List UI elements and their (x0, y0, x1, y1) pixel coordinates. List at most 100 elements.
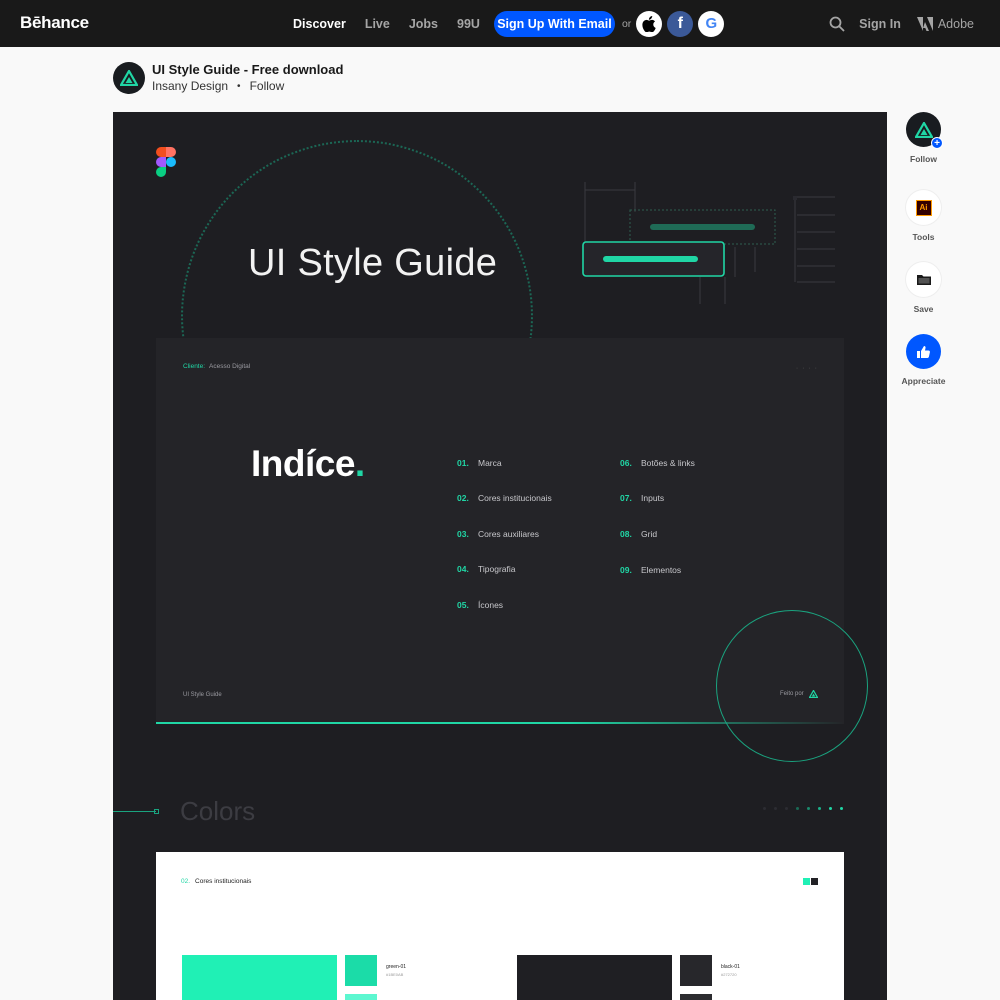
toc-label: Inputs (641, 493, 665, 503)
toc-num: 03. (457, 529, 469, 539)
google-signin-button[interactable]: G (698, 10, 725, 37)
owner-name-link[interactable]: Insany Design (152, 79, 228, 93)
insany-logo-icon (914, 121, 933, 138)
toc-label: Botões & links (641, 458, 695, 468)
sign-in-link[interactable]: Sign In (859, 17, 901, 31)
colors-connector-line (113, 811, 156, 812)
toc-num: 05. (457, 600, 469, 610)
sidebar-appreciate[interactable]: Appreciate (900, 334, 947, 386)
toc-num: 02. (457, 493, 469, 503)
thumbs-up-icon (917, 345, 930, 358)
appreciate-button[interactable] (906, 334, 941, 369)
toc-label: Ícones (478, 600, 504, 610)
apple-icon (642, 15, 656, 32)
tools-button[interactable]: Ai (906, 190, 941, 225)
toc-label: Grid (641, 529, 658, 539)
sign-up-email-button[interactable]: Sign Up With Email (493, 10, 615, 37)
colors-connector-square (154, 809, 159, 814)
toc-item: 07. Inputs (620, 493, 664, 503)
project-title: UI Style Guide - Free download (152, 62, 344, 77)
follow-owner-link[interactable]: Follow (250, 79, 285, 93)
colors-card-title: 02. Cores institucionais (181, 878, 251, 885)
nav-link-discover[interactable]: Discover (293, 17, 346, 31)
toc-num: 06. (620, 458, 632, 468)
toc-label: Cores institucionais (478, 493, 552, 503)
toc-label: Tipografia (478, 564, 516, 574)
appreciate-label: Appreciate (901, 376, 946, 386)
green-mini-swatch (803, 878, 810, 885)
folder-icon (916, 275, 931, 285)
black-large-swatch (517, 955, 672, 1000)
black-swatch-hex: #272720 (721, 972, 737, 977)
figma-logo-icon (156, 147, 176, 177)
nav-link-jobs[interactable]: Jobs (409, 17, 438, 31)
sidebar-follow[interactable]: + Follow (900, 112, 947, 164)
sidebar-save[interactable]: Save (900, 262, 947, 314)
card-dots-decoration: · · · · (795, 365, 818, 372)
save-button[interactable] (906, 262, 941, 297)
project-canvas: UI Style Guide Cliente: Acesso Digital ·… (113, 112, 887, 1000)
nav-link-99u[interactable]: 99U (457, 17, 480, 31)
toc-num: 07. (620, 493, 632, 503)
illustrator-icon: Ai (915, 199, 932, 216)
separator-dot: • (237, 80, 241, 92)
toc-item: 09. Elementos (620, 565, 681, 575)
card-footer-title: UI Style Guide (183, 692, 222, 698)
apple-signin-button[interactable] (636, 10, 663, 37)
toc-num: 09. (620, 565, 632, 575)
tools-label: Tools (912, 232, 935, 242)
top-navigation-bar: Bēhance Discover Live Jobs 99U Sign Up W… (0, 0, 1000, 47)
indice-accent-dot: . (354, 443, 365, 484)
green-large-swatch (182, 955, 337, 1000)
toc-item: 02. Cores institucionais (457, 493, 552, 503)
owner-line: Insany Design • Follow (152, 79, 284, 93)
toc-item: 04. Tipografia (457, 564, 515, 574)
adobe-icon (916, 16, 933, 31)
or-text: or (621, 17, 632, 30)
button-spec-illustration (582, 182, 835, 304)
nav-center-group: Discover Live Jobs 99U Sign Up With Emai… (293, 0, 729, 47)
sidebar-tools[interactable]: Ai Tools (900, 190, 947, 242)
indice-heading: Indíce. (251, 443, 365, 485)
green-swatch-name: green-01 (386, 964, 407, 970)
colors-card-label: Cores institucionais (195, 878, 252, 885)
google-icon: G (705, 15, 718, 32)
adobe-label: Adobe (937, 16, 974, 31)
follow-avatar[interactable]: + (906, 112, 943, 149)
green-swatch-hex: #1BE0AB (386, 972, 404, 977)
colors-card-num: 02. (181, 878, 191, 885)
toc-label: Marca (478, 458, 502, 468)
black-mini-swatch (811, 878, 818, 885)
facebook-icon: f (677, 14, 683, 32)
progress-dots (763, 807, 851, 810)
decorative-circle (716, 610, 868, 762)
indice-text: Indíce (251, 443, 355, 484)
facebook-signin-button[interactable]: f (667, 10, 694, 37)
black-swatch-name: black-01 (721, 964, 740, 970)
nav-right-group: Sign In Adobe (829, 0, 974, 47)
client-line: Cliente: Acesso Digital (183, 363, 250, 370)
toc-label: Cores auxiliares (478, 529, 539, 539)
client-value: Acesso Digital (209, 363, 251, 370)
plus-icon: + (931, 137, 943, 149)
insany-logo-icon (120, 70, 138, 86)
hero-title: UI Style Guide (248, 242, 498, 284)
toc-item: 01. Marca (457, 458, 502, 468)
green-light-swatch (345, 994, 377, 1000)
illustrator-glyph: Ai (919, 203, 928, 212)
search-icon[interactable] (829, 16, 845, 32)
nav-link-live[interactable]: Live (365, 17, 390, 31)
follow-label: Follow (910, 154, 937, 164)
toc-item: 03. Cores auxiliares (457, 529, 539, 539)
toc-num: 01. (457, 458, 469, 468)
behance-logo[interactable]: Bēhance (20, 13, 89, 33)
toc-num: 08. (620, 529, 632, 539)
adobe-link[interactable]: Adobe (916, 16, 974, 31)
colors-heading: Colors (180, 796, 256, 826)
green-small-swatch (345, 955, 377, 986)
black-small-swatch (680, 955, 712, 986)
toc-item: 06. Botões & links (620, 458, 695, 468)
colors-card: 02. Cores institucionais green-01 #1BE0AB… (156, 852, 844, 1000)
owner-avatar[interactable] (113, 62, 145, 94)
toc-item: 08. Grid (620, 529, 657, 539)
